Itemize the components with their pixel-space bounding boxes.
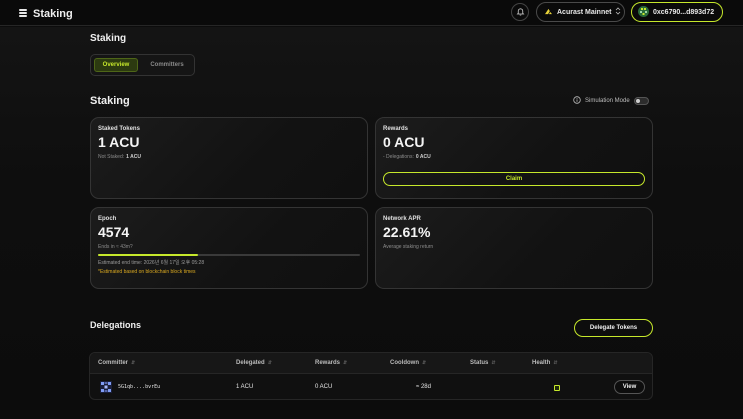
- staked-tokens-card: Staked Tokens 1 ACU Not Staked: 1 ACU: [90, 117, 368, 199]
- epoch-estimated-end: Estimated end time: 2026년 6월 17일 오후 05:2…: [98, 260, 205, 266]
- notifications-button[interactable]: [511, 3, 529, 21]
- wallet-address: 0xc6790...d893d72: [653, 8, 715, 16]
- delegations-rewards-value: 0 ACU: [415, 154, 431, 160]
- table-header: Committer ⇵ Delegated ⇵ Rewards ⇵ Cooldown ⇵…: [90, 353, 652, 374]
- not-staked-label: Not Staked:: [98, 154, 125, 160]
- staked-tokens-label: Staked Tokens: [98, 126, 140, 132]
- sort-icon: ⇵: [343, 360, 348, 366]
- epoch-note: *Estimated based on blockchain block tim…: [98, 269, 196, 275]
- delegate-tokens-button[interactable]: Delegate Tokens: [574, 319, 653, 337]
- wallet-avatar-icon: [638, 5, 649, 19]
- claim-button[interactable]: Claim: [383, 172, 645, 186]
- epoch-card: Epoch 4574 Ends in ≈ 43m? Estimated end …: [90, 207, 368, 289]
- column-status-label: Status: [470, 360, 489, 366]
- rewards-label: Rewards: [383, 126, 409, 132]
- staking-logo-icon: [18, 5, 28, 23]
- bell-icon: [516, 3, 525, 21]
- column-cooldown-label: Cooldown: [390, 360, 419, 366]
- column-rewards[interactable]: Rewards ⇵: [315, 360, 347, 366]
- rewards-cell: 0 ACU: [315, 384, 333, 390]
- epoch-progress-bar: [98, 254, 360, 256]
- not-staked-value: 1 ACU: [126, 154, 141, 160]
- sort-icon: ⇵: [491, 360, 496, 366]
- tab-bar: Overview Committers: [90, 54, 195, 76]
- network-label: Acurast Mainnet: [557, 8, 612, 16]
- column-health-label: Health: [532, 360, 551, 366]
- staking-section-title: Staking: [90, 95, 130, 107]
- sort-icon: ⇵: [422, 360, 427, 366]
- health-indicator: [554, 385, 560, 391]
- simulation-mode: Simulation Mode: [573, 96, 649, 106]
- column-delegated[interactable]: Delegated ⇵: [236, 360, 272, 366]
- toggle-knob: [635, 99, 640, 103]
- epoch-label: Epoch: [98, 216, 117, 222]
- epoch-value: 4574: [98, 224, 130, 240]
- not-staked-line: Not Staked: 1 ACU: [98, 154, 141, 160]
- chevron-updown-icon: [615, 7, 621, 17]
- staked-tokens-value: 1 ACU: [98, 134, 140, 150]
- top-bar: Staking Acurast Mainnet 0xc6790...d893d7…: [0, 0, 743, 26]
- column-health[interactable]: Health ⇵: [532, 360, 558, 366]
- column-status[interactable]: Status ⇵: [470, 360, 496, 366]
- column-rewards-label: Rewards: [315, 360, 341, 366]
- tab-committers[interactable]: Committers: [143, 58, 191, 72]
- delegations-table: Committer ⇵ Delegated ⇵ Rewards ⇵ Cooldown ⇵…: [89, 352, 653, 400]
- network-apr-label: Network APR: [383, 216, 421, 222]
- network-apr-sub: Average staking return: [383, 244, 434, 250]
- wallet-button[interactable]: 0xc6790...d893d72: [631, 2, 723, 22]
- view-button[interactable]: View: [614, 380, 645, 394]
- table-row[interactable]: 5G1qb....bvrEu 1 ACU 0 ACU ≈ 28d View: [90, 375, 652, 399]
- delegated-value: 1 ACU: [236, 384, 254, 390]
- column-committer-label: Committer: [98, 360, 129, 366]
- cooldown-cell: ≈ 28d: [416, 384, 431, 390]
- column-committer[interactable]: Committer ⇵: [98, 360, 135, 366]
- simulation-mode-toggle[interactable]: [633, 97, 649, 105]
- tab-overview[interactable]: Overview: [94, 58, 138, 72]
- simulation-mode-label: Simulation Mode: [585, 98, 630, 104]
- info-icon: [573, 96, 581, 106]
- brand[interactable]: Staking: [18, 5, 73, 23]
- acurast-network-icon: [544, 8, 553, 17]
- rewards-card: Rewards 0 ACU - Delegations: 0 ACU Claim: [375, 117, 653, 199]
- epoch-progress-fill: [98, 254, 198, 256]
- column-delegated-label: Delegated: [236, 360, 265, 366]
- sort-icon: ⇵: [267, 360, 272, 366]
- column-cooldown[interactable]: Cooldown ⇵: [390, 360, 426, 366]
- delegations-title: Delegations: [90, 320, 142, 330]
- sort-icon: ⇵: [131, 360, 136, 366]
- delegations-rewards-line: - Delegations: 0 ACU: [383, 154, 431, 160]
- delegations-rewards-label: - Delegations:: [383, 154, 414, 160]
- committer-avatar-icon: [100, 380, 112, 393]
- network-selector[interactable]: Acurast Mainnet: [536, 2, 625, 22]
- app-title: Staking: [33, 8, 73, 20]
- page-title: Staking: [90, 33, 127, 44]
- sort-icon: ⇵: [553, 360, 558, 366]
- committer-address[interactable]: 5G1qb....bvrEu: [118, 384, 160, 390]
- epoch-ends-in: Ends in ≈ 43m?: [98, 244, 133, 250]
- rewards-value: 0 ACU: [383, 134, 425, 150]
- network-apr-value: 22.61%: [383, 224, 431, 240]
- network-apr-card: Network APR 22.61% Average staking retur…: [375, 207, 653, 289]
